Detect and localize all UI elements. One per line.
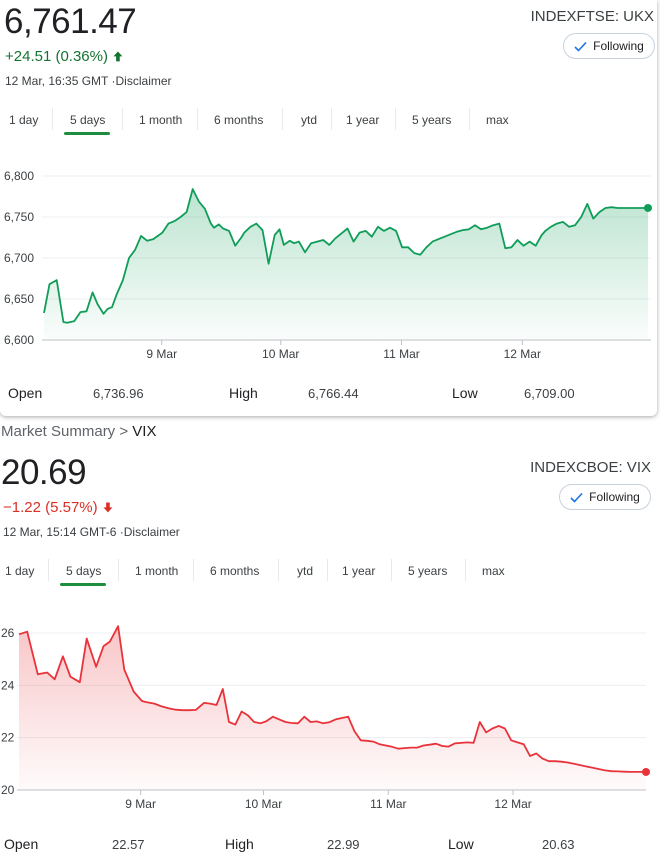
vix-active-tab-indicator [60,583,106,586]
vix-chart: 20 22 24 26 9 Mar 10 Mar 11 Mar 12 Mar [1,625,650,811]
tab-divider [282,108,283,130]
tab-divider [465,559,466,581]
ukx-card: 6,761.47 +24.51 (0.36%) 12 Mar, 16:35 GM… [0,0,657,416]
vix-tab-1-month[interactable]: 1 month [135,564,178,578]
ukx-change-value: +24.51 (0.36%) [5,48,108,65]
breadcrumb-current: VIX [132,423,157,440]
vix-tab-1-year[interactable]: 1 year [342,564,375,578]
tab-divider [278,559,279,581]
vix-open-value: 22.57 [112,837,145,852]
ukx-x-tick-label: 11 Mar [383,347,419,361]
breadcrumb: Market Summary > VIX [1,423,157,440]
arrow-down-icon [103,502,113,513]
ukx-y-tick-label: 6,600 [4,333,34,347]
ukx-y-tick-label: 6,650 [4,292,34,306]
vix-low-label: Low [448,836,474,852]
ukx-tab-5-years[interactable]: 5 years [412,113,451,127]
vix-ticker: INDEXCBOE: VIX [530,459,651,476]
ukx-area-fill [44,189,648,340]
vix-y-tick-label: 22 [1,731,15,745]
ukx-x-tick-label: 10 Mar [262,347,299,361]
ukx-tab-6-months[interactable]: 6 months [214,113,263,127]
ukx-y-tick-label: 6,800 [4,169,34,183]
breadcrumb-market-summary-link[interactable]: Market Summary [1,423,115,440]
tab-divider [122,108,123,130]
vix-y-tick-label: 24 [1,678,15,692]
vix-tab-1-day[interactable]: 1 day [5,564,34,578]
ukx-low-value: 6,709.00 [524,386,575,401]
vix-high-label: High [225,836,254,852]
vix-timestamp: 12 Mar, 15:14 GMT-6 [3,525,117,539]
ukx-chart: 6,600 6,650 6,700 6,750 6,800 9 Mar 10 Mar 11 M… [4,169,652,361]
tab-divider [118,559,119,581]
vix-price: 20.69 [1,453,87,492]
vix-last-price-marker [642,767,650,776]
ukx-change: +24.51 (0.36%) [5,48,124,65]
ukx-tab-ytd[interactable]: ytd [301,113,317,127]
tab-divider [395,108,396,130]
vix-area-fill [19,626,646,790]
vix-y-tick-label: 20 [1,783,15,797]
tab-divider [197,108,198,130]
ukx-last-price-marker [643,203,652,212]
vix-tab-5-days[interactable]: 5 days [66,564,101,578]
ukx-y-tick-label: 6,700 [4,251,34,265]
ukx-disclaimer-link[interactable]: Disclaimer [116,74,172,88]
vix-y-tick-label: 26 [1,626,15,640]
ukx-tab-1-year[interactable]: 1 year [346,113,379,127]
vix-x-tick-label: 9 Mar [125,797,156,811]
vix-disclaimer-link[interactable]: Disclaimer [124,525,180,539]
ukx-price: 6,761.47 [4,2,137,41]
ukx-high-label: High [229,385,258,401]
ukx-active-tab-indicator [64,132,110,135]
ukx-open-value: 6,736.96 [93,386,144,401]
tab-divider [193,559,194,581]
tab-divider [391,559,392,581]
ukx-low-label: Low [452,385,478,401]
ukx-meta: 12 Mar, 16:35 GMT ·Disclaimer [5,74,172,88]
vix-x-tick-label: 11 Mar [370,797,406,811]
ukx-tab-1-month[interactable]: 1 month [139,113,182,127]
ukx-tab-max[interactable]: max [486,113,509,127]
tab-divider [327,559,328,581]
vix-tab-max[interactable]: max [482,564,505,578]
ukx-high-value: 6,766.44 [308,386,359,401]
tab-divider [469,108,470,130]
vix-change-value: −1.22 (5.57%) [3,499,98,516]
vix-tab-6-months[interactable]: 6 months [210,564,259,578]
ukx-x-tick-label: 12 Mar [504,347,541,361]
vix-high-value: 22.99 [327,837,360,852]
tab-divider [331,108,332,130]
checkmark-icon [574,41,587,52]
vix-open-label: Open [4,836,39,852]
vix-following-button[interactable]: Following [559,484,651,510]
tab-divider [48,559,49,581]
vix-x-tick-label: 12 Mar [494,797,531,811]
tab-divider [52,108,53,130]
checkmark-icon [570,492,583,503]
vix-low-value: 20.63 [542,837,575,852]
ukx-tab-1-day[interactable]: 1 day [9,113,38,127]
ukx-y-tick-label: 6,750 [4,210,34,224]
vix-x-tick-label: 10 Mar [245,797,282,811]
vix-meta: 12 Mar, 15:14 GMT-6 ·Disclaimer [3,525,180,539]
ukx-x-tick-label: 9 Mar [146,347,177,361]
ukx-timestamp: 12 Mar, 16:35 GMT [5,74,109,88]
vix-change: −1.22 (5.57%) [3,499,114,516]
arrow-up-icon [113,51,123,62]
vix-tab-5-years[interactable]: 5 years [408,564,447,578]
ukx-tab-5-days[interactable]: 5 days [70,113,105,127]
ukx-open-label: Open [8,385,43,401]
ukx-following-button[interactable]: Following [563,33,655,59]
ukx-ticker: INDEXFTSE: UKX [530,8,654,25]
vix-tab-ytd[interactable]: ytd [297,564,313,578]
